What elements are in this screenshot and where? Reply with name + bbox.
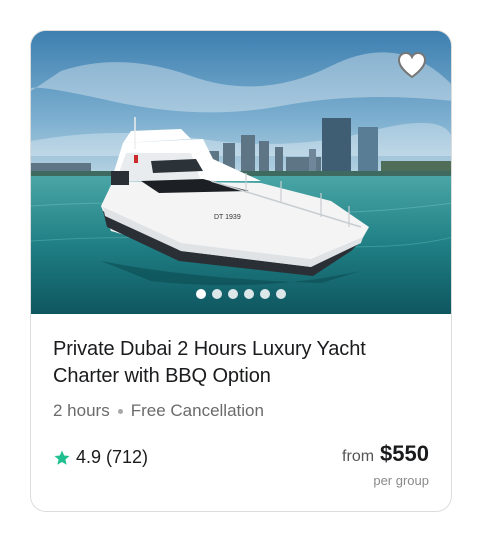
rating: 4.9 (712) [53, 447, 148, 468]
price-unit: per group [373, 473, 429, 488]
card-body: Private Dubai 2 Hours Luxury Yacht Chart… [31, 314, 451, 511]
carousel-pagination [31, 289, 451, 299]
price-amount: $550 [380, 441, 429, 466]
duration: 2 hours [53, 401, 110, 420]
price-block: from $550 per group [342, 441, 429, 488]
yacht-photo[interactable]: DT 1939 [31, 31, 451, 314]
rating-value: 4.9 [76, 447, 102, 467]
carousel-dot[interactable] [212, 289, 222, 299]
review-count: (712) [106, 447, 149, 467]
meta-separator [117, 408, 123, 414]
boat-registration: DT 1939 [214, 214, 241, 221]
listing-meta: 2 hours Free Cancellation [53, 401, 429, 421]
heart-outline-icon [397, 51, 427, 79]
carousel-dot[interactable] [260, 289, 270, 299]
listing-title[interactable]: Private Dubai 2 Hours Luxury Yacht Chart… [53, 336, 423, 390]
carousel-dot[interactable] [276, 289, 286, 299]
carousel-dot[interactable] [228, 289, 238, 299]
product-card[interactable]: DT 1939 Private Dubai 2 Hours Luxury Yac… [30, 30, 452, 512]
yacht-image: DT 1939 [31, 31, 451, 314]
price-prefix: from [342, 448, 375, 465]
carousel-dot[interactable] [196, 289, 206, 299]
cancellation-policy: Free Cancellation [130, 401, 264, 420]
carousel-dot[interactable] [244, 289, 254, 299]
star-icon [54, 450, 70, 465]
favorite-button[interactable] [397, 51, 427, 79]
